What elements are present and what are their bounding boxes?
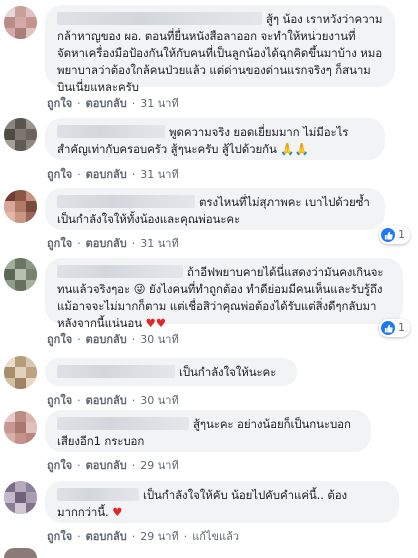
comment-bubble: เป็นกำลังใจให้นะคะ (45, 358, 297, 386)
avatar[interactable] (4, 190, 37, 223)
like-link[interactable]: ถูกใจ (47, 530, 72, 543)
timestamp[interactable]: 31 นาที (140, 168, 178, 181)
comment-actions: ถูกใจ · ตอบกลับ · 29 นาที · แก้ไขแล้ว (47, 530, 240, 543)
comment-bubble: ถ้าอีฟพยาบคายได้นี่แสดงว่ามันคงเกินจะทนแ… (45, 258, 403, 330)
timestamp[interactable]: 29 นาที (140, 530, 178, 543)
comment-text: เป็นกำลังใจให้นะคะ (179, 365, 277, 379)
comment-actions: ถูกใจ · ตอบกลับ · 31 นาที (47, 168, 179, 181)
avatar[interactable] (4, 548, 37, 558)
reply-link[interactable]: ตอบกลับ (86, 97, 127, 110)
avatar[interactable] (4, 6, 37, 39)
like-thumb-icon (381, 321, 395, 335)
reply-link[interactable]: ตอบกลับ (86, 333, 127, 346)
blurred-author-name[interactable] (57, 12, 262, 25)
avatar[interactable] (4, 258, 37, 291)
timestamp[interactable]: 30 นาที (140, 333, 178, 346)
timestamp[interactable]: 31 นาที (140, 97, 178, 110)
like-link[interactable]: ถูกใจ (47, 168, 72, 181)
reaction-count-badge[interactable]: 1 (379, 319, 410, 337)
like-link[interactable]: ถูกใจ (47, 97, 72, 110)
blurred-author-name[interactable] (57, 488, 139, 501)
avatar[interactable] (4, 118, 37, 151)
blurred-author-name[interactable] (57, 125, 165, 138)
like-thumb-icon (381, 228, 395, 242)
like-link[interactable]: ถูกใจ (47, 237, 72, 250)
avatar[interactable] (4, 356, 37, 389)
reply-link[interactable]: ตอบกลับ (86, 459, 127, 472)
like-link[interactable]: ถูกใจ (47, 459, 72, 472)
reaction-count: 1 (398, 228, 405, 241)
reaction-count: 1 (398, 321, 405, 334)
comment-bubble: ตรงไหนที่ไม่สุภาพคะ เบาไปด้วยซ้ำ เป็นกำล… (45, 188, 385, 230)
reply-link[interactable]: ตอบกลับ (86, 530, 127, 543)
comment-actions: ถูกใจ · ตอบกลับ · 31 นาที (47, 237, 179, 250)
heart-emoji: ♥ (112, 505, 123, 519)
reply-link[interactable]: ตอบกลับ (86, 168, 127, 181)
blurred-author-name[interactable] (57, 265, 183, 278)
comment-actions: ถูกใจ · ตอบกลับ · 30 นาที (47, 394, 179, 407)
reaction-count-badge[interactable]: 1 (379, 226, 410, 244)
comment-bubble: สู้ๆนะคะ อย่างน้อยก็เป็นกนะบอกเสียงอีก1 … (45, 410, 371, 452)
reply-link[interactable]: ตอบกลับ (86, 237, 127, 250)
comment-bubble: สู้ๆ น้อง เราหวังว่าความกล้าหาญของ ผอ. ต… (45, 5, 395, 94)
like-link[interactable]: ถูกใจ (47, 333, 72, 346)
avatar[interactable] (4, 481, 37, 514)
comment-bubble: พูดความจริง ยอดเยี่ยมมาก ไม่มีอะไรสำคัญเ… (45, 118, 385, 160)
edited-label[interactable]: แก้ไขแล้ว (192, 530, 239, 543)
timestamp[interactable]: 31 นาที (140, 237, 178, 250)
heart-emoji: ♥♥ (145, 316, 167, 330)
reply-link[interactable]: ตอบกลับ (86, 394, 127, 407)
timestamp[interactable]: 29 นาที (140, 459, 178, 472)
comment-actions: ถูกใจ · ตอบกลับ · 30 นาที (47, 333, 179, 346)
like-link[interactable]: ถูกใจ (47, 394, 72, 407)
comment-actions: ถูกใจ · ตอบกลับ · 31 นาที (47, 97, 179, 110)
blurred-author-name[interactable] (57, 417, 189, 430)
blurred-author-name[interactable] (57, 195, 195, 208)
comment-actions: ถูกใจ · ตอบกลับ · 29 นาที (47, 459, 179, 472)
comment-bubble: เป็นกำลังใจให้คับ น้อยไปคับคำแค่นี้.. ต้… (45, 481, 399, 523)
avatar[interactable] (4, 411, 37, 444)
blurred-author-name[interactable] (57, 365, 175, 378)
timestamp[interactable]: 30 นาที (140, 394, 178, 407)
